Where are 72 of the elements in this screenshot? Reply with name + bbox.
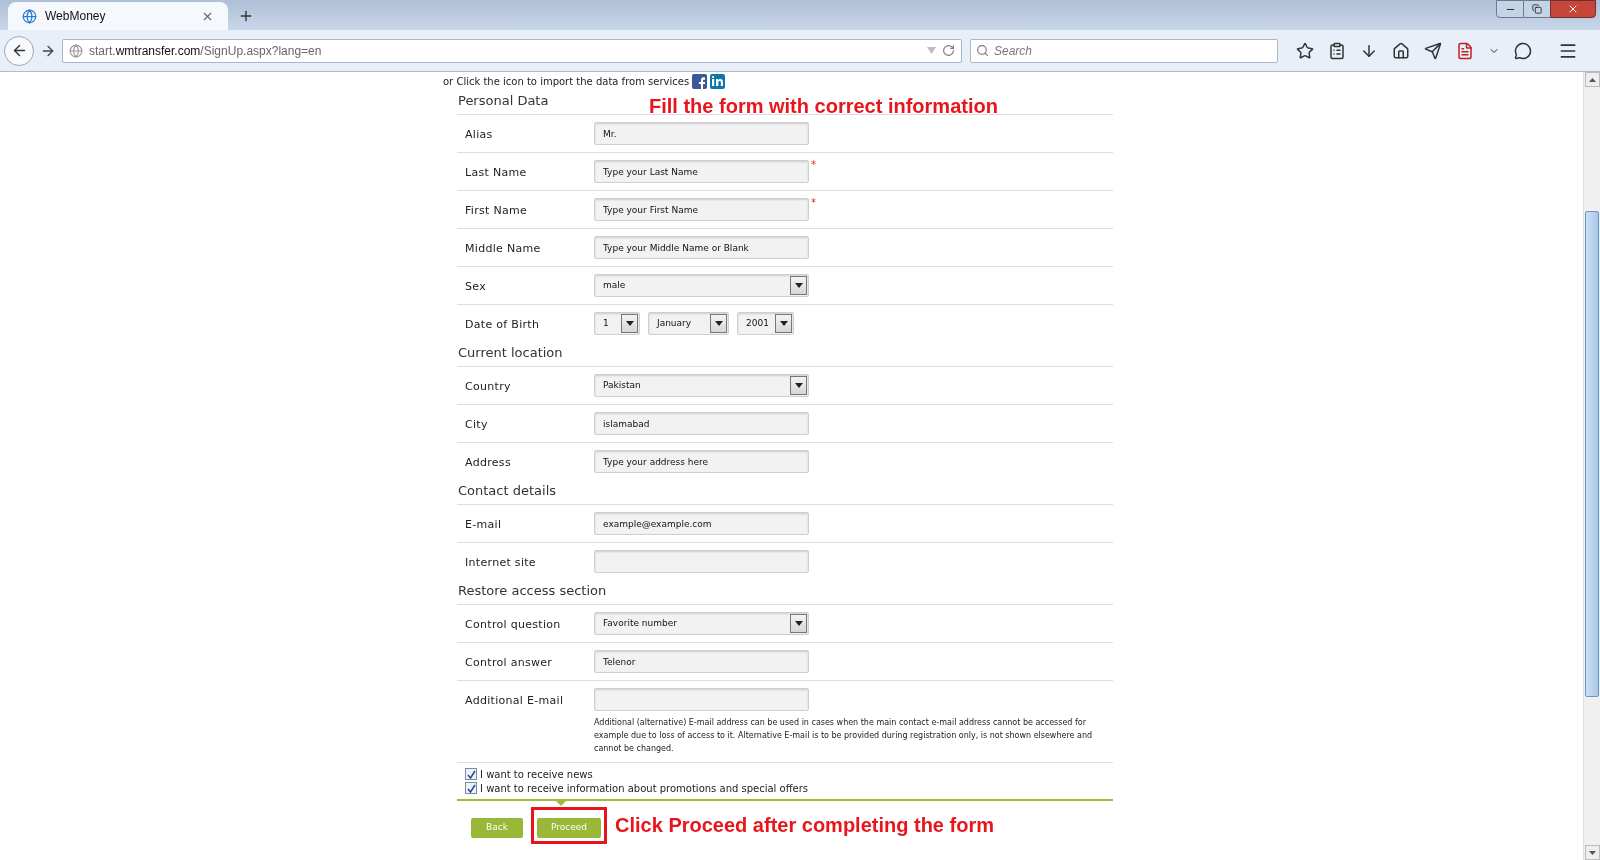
field-label: Last Name [465,165,528,181]
scroll-down-icon[interactable] [1588,850,1596,855]
text-field[interactable] [594,688,809,711]
checkbox-label: I want to receive news [480,767,593,782]
site-globe-icon [22,8,37,24]
required-icon: * [811,160,816,170]
facebook-icon[interactable] [692,73,708,89]
close-button[interactable] [1550,0,1596,18]
required-icon: * [811,198,816,208]
select-field[interactable]: Pakistan [594,374,809,397]
search-placeholder: Search [994,42,1033,60]
field-label: Internet site [465,555,537,571]
field-label: Sex [465,279,487,295]
select-field[interactable]: Favorite number [594,612,809,635]
section-heading: Current location [458,343,564,362]
import-text: or Click the icon to import the data from services [443,74,690,89]
select-field[interactable]: January [648,312,729,335]
clipboard-icon[interactable] [1328,41,1346,60]
restore-button[interactable] [1524,0,1550,18]
back-button[interactable] [4,35,34,66]
paper-plane-icon[interactable] [1424,41,1442,60]
annotation-text: Fill the form with correct information [649,96,998,116]
document-icon[interactable] [1456,41,1474,60]
help-text: Additional (alternative) E-mail address can be used in cases when the main contact e-mail address cannot be accessed for example due to loss of access to it. Alternative E-mail is to be provided during registration only, is not shown elsewhere and cannot be changed. [594,717,1094,755]
reload-icon[interactable] [942,44,955,57]
select-field[interactable]: 2001 [737,312,794,335]
chat-icon[interactable] [1514,41,1532,60]
text-field[interactable] [594,550,809,573]
field-label: Alias [465,127,494,143]
search-icon [976,44,989,57]
star-icon[interactable] [1296,41,1314,60]
checkbox[interactable] [465,782,477,794]
text-field[interactable]: Type your First Name [594,198,809,221]
tab-title: WebMoney [45,8,107,25]
field-label: Address [465,455,512,471]
field-label: Control question [465,617,562,633]
section-heading: Restore access section [458,581,608,600]
field-label: Country [465,379,512,395]
text-field[interactable]: islamabad [594,412,809,435]
field-label: Additional E-mail [465,693,565,709]
select-field[interactable]: male [594,274,809,297]
text-field[interactable]: Type your Last Name [594,160,809,183]
field-label: Middle Name [465,241,542,257]
field-label: E-mail [465,517,503,533]
select-field[interactable]: 1 [594,312,640,335]
checkbox-label: I want to receive information about promotions and special offers [480,781,809,796]
new-tab-icon[interactable] [238,8,254,24]
globe-icon [69,43,83,58]
field-label: Date of Birth [465,317,541,333]
text-field[interactable]: example@example.com [594,512,809,535]
annotation-text: Click Proceed after completing the form [615,813,994,839]
url-text: start.wmtransfer.com/SignUp.aspx?lang=en [89,42,323,60]
scroll-up-icon[interactable] [1588,77,1596,82]
text-field[interactable]: Type your Middle Name or Blank [594,236,809,259]
section-heading: Contact details [458,481,558,500]
checkbox[interactable] [465,768,477,780]
browser-tab[interactable]: WebMoney [8,2,228,30]
text-field[interactable]: Telenor [594,650,809,673]
address-bar[interactable]: start.wmtransfer.com/SignUp.aspx?lang=en [62,38,962,63]
field-label: City [465,417,489,433]
field-label: First Name [465,203,529,219]
minimize-button[interactable] [1496,0,1524,18]
linkedin-icon[interactable] [710,73,726,89]
field-label: Control answer [465,655,554,671]
text-field[interactable]: Mr. [594,122,809,145]
home-icon[interactable] [1392,41,1410,60]
scrollbar[interactable] [1583,72,1600,860]
section-heading: Personal Data [458,91,550,110]
close-icon [1567,3,1579,15]
restore-icon [1532,4,1542,14]
search-field[interactable]: Search [970,38,1278,63]
text-field[interactable]: Type your address here [594,450,809,473]
